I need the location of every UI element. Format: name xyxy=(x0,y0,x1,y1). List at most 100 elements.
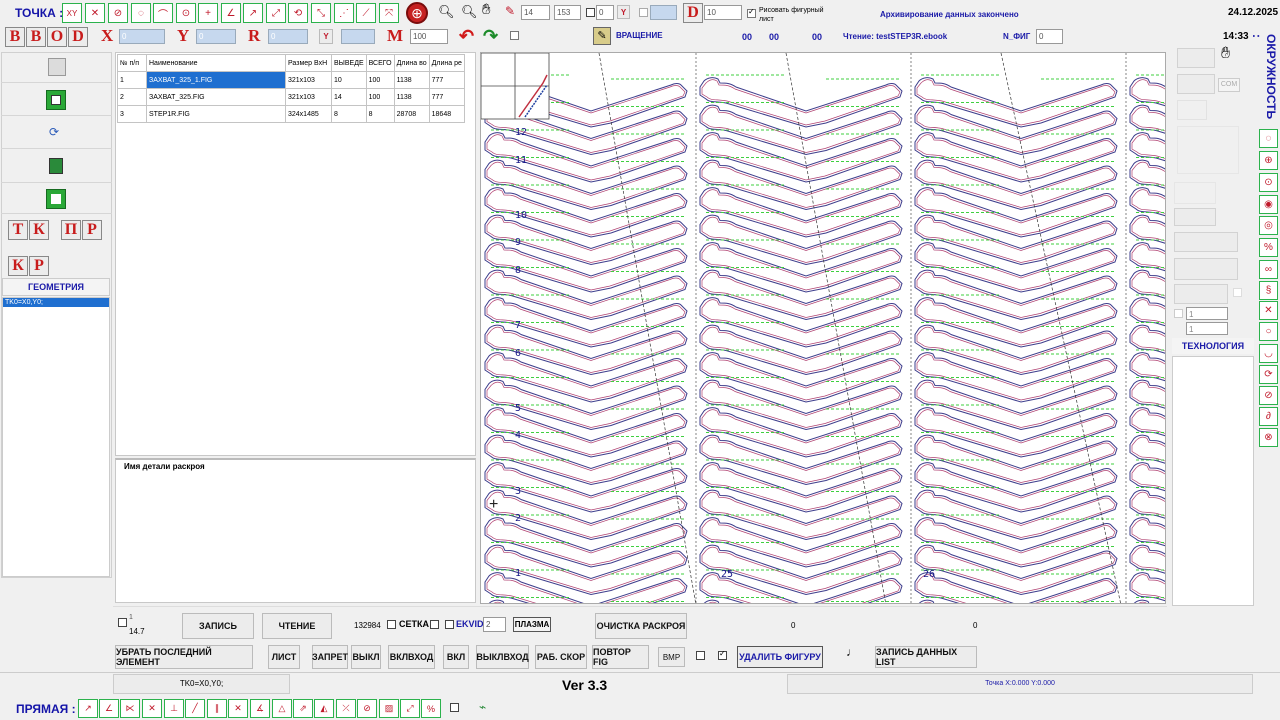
circle-rotate-icon[interactable]: ⟳ xyxy=(1259,365,1278,384)
right-field[interactable] xyxy=(1174,258,1238,280)
circle-tangent-icon[interactable]: ◎ xyxy=(1259,216,1278,235)
circle-center-icon[interactable]: ◌ xyxy=(1259,129,1278,148)
delete-checkbox[interactable]: ✓ xyxy=(718,649,727,660)
clear-nesting-button[interactable]: ОЧИСТКА РАСКРОЯ xyxy=(595,613,687,639)
line-x-icon[interactable]: ✕ xyxy=(228,699,248,718)
right-input-2[interactable]: 1 xyxy=(1186,322,1228,335)
slope-tool-icon[interactable]: ⟋ xyxy=(356,3,376,23)
checkbox-c[interactable] xyxy=(510,31,519,40)
part-shape[interactable] xyxy=(699,242,903,293)
part-shape[interactable] xyxy=(914,297,1118,348)
rotation-icon[interactable]: ✎ xyxy=(593,27,611,45)
line-arrow-icon[interactable]: ⇗ xyxy=(293,699,313,718)
right-checkbox[interactable] xyxy=(1233,288,1242,297)
zoom-in-icon[interactable]: 🔍︎ xyxy=(438,4,455,20)
line-tri2-icon[interactable]: ◭ xyxy=(314,699,334,718)
scale-tool-icon[interactable]: ⤡ xyxy=(311,3,331,23)
right-field[interactable] xyxy=(1177,100,1207,120)
letter-b2-button[interactable]: B xyxy=(26,27,46,47)
checkbox-a[interactable] xyxy=(586,8,595,17)
refresh-icon[interactable]: ⟳ xyxy=(49,125,65,141)
y-small-button[interactable]: Y xyxy=(617,5,630,19)
nfig-input[interactable]: 0 xyxy=(1036,29,1063,44)
page-icon[interactable] xyxy=(46,189,66,209)
r-input[interactable]: 0 xyxy=(268,29,308,44)
circle-hatch-icon[interactable]: ⊗ xyxy=(1259,428,1278,447)
line-free-icon[interactable]: ↗ xyxy=(78,699,98,718)
part-shape[interactable] xyxy=(699,352,903,403)
ekvid-checkbox[interactable] xyxy=(445,620,454,629)
angle-tool-icon[interactable]: ∠ xyxy=(221,3,241,23)
m-input[interactable]: 100 xyxy=(410,29,448,44)
part-shape[interactable] xyxy=(699,77,903,128)
geometry-tab[interactable]: ГЕОМЕТРИЯ xyxy=(2,278,110,296)
circle-arc-icon[interactable]: ◡ xyxy=(1259,344,1278,363)
circle-slash-icon[interactable]: ⊘ xyxy=(1259,386,1278,405)
circle-slash-tool-icon[interactable]: ⊘ xyxy=(108,3,128,23)
off-button[interactable]: ВЫКЛ xyxy=(351,645,381,669)
reading-button[interactable]: ЧТЕНИЕ xyxy=(262,613,332,639)
part-shape[interactable] xyxy=(914,214,1118,265)
y-input[interactable]: 0 xyxy=(196,29,236,44)
part-shape[interactable] xyxy=(699,104,903,155)
circle-radius-icon[interactable]: ◉ xyxy=(1259,195,1278,214)
part-shape[interactable] xyxy=(484,352,688,403)
circle-outline-icon[interactable]: ○ xyxy=(1259,322,1278,341)
table-row[interactable]: 2 ЗАХВАТ_325.FIG 321x103 14 100 1138 777 xyxy=(117,88,465,106)
right-field[interactable] xyxy=(1177,74,1215,94)
undo-arrow-icon[interactable]: ↶ xyxy=(459,26,474,47)
mirror-tool-icon[interactable]: ⤧ xyxy=(379,3,399,23)
zoom-out-icon[interactable]: 🔍︎ xyxy=(461,4,478,20)
center-tool-icon[interactable]: ⊙ xyxy=(176,3,196,23)
circle-cross-icon[interactable]: ✕ xyxy=(1259,301,1278,320)
circle-double-icon[interactable]: ∞ xyxy=(1259,260,1278,279)
circle-offset-icon[interactable]: ∂ xyxy=(1259,407,1278,426)
ban-button[interactable]: ЗАПРЕТ xyxy=(312,645,348,669)
rotate-point-tool-icon[interactable]: ⟲ xyxy=(288,3,308,23)
right-field[interactable] xyxy=(1174,208,1216,226)
record-button[interactable]: ЗАПИСЬ xyxy=(182,613,254,639)
line-percent-icon[interactable]: % xyxy=(421,699,441,718)
input-14[interactable]: 14 xyxy=(521,5,550,20)
line-hatch-icon[interactable]: ▨ xyxy=(379,699,399,718)
crosshair-tool-icon[interactable]: + xyxy=(198,3,218,23)
grid-checkbox-2[interactable] xyxy=(430,620,439,629)
line-angle-icon[interactable]: ∠ xyxy=(99,699,119,718)
circle-3pt-icon[interactable]: ⊕ xyxy=(1259,151,1278,170)
circle-link-icon[interactable]: § xyxy=(1259,281,1278,300)
checkbox-b[interactable] xyxy=(639,8,648,17)
pr-r-button[interactable]: Р xyxy=(82,220,102,240)
line-cross-icon[interactable]: ✕ xyxy=(142,699,162,718)
on-button[interactable]: ВКЛ xyxy=(443,645,469,669)
part-shape[interactable] xyxy=(699,214,903,265)
part-shape[interactable] xyxy=(484,434,688,485)
bmp-checkbox[interactable] xyxy=(696,651,705,660)
d-label-button[interactable]: D xyxy=(683,3,703,23)
part-shape[interactable] xyxy=(914,104,1118,155)
tk-k-button[interactable]: К xyxy=(29,220,49,240)
on-entry-button[interactable]: ВКЛВХОД xyxy=(388,645,435,669)
dashed-tool-icon[interactable]: ⋰ xyxy=(334,3,354,23)
remove-last-button[interactable]: УБРАТЬ ПОСЛЕДНИЙ ЭЛЕМЕНТ xyxy=(115,645,253,669)
m-side-input[interactable] xyxy=(341,29,375,44)
line-slash-icon[interactable]: ⊘ xyxy=(357,699,377,718)
xy-tool-icon[interactable]: XY xyxy=(62,3,82,23)
pr-p-button[interactable]: П xyxy=(61,220,81,240)
sheet-button[interactable]: ЛИСТ xyxy=(268,645,300,669)
geometry-list-item[interactable]: TK0=X0,Y0; xyxy=(3,298,109,307)
part-shape[interactable] xyxy=(699,517,903,568)
eraser-icon[interactable]: ✎ xyxy=(505,4,519,18)
part-shape[interactable] xyxy=(914,352,1118,403)
part-shape[interactable] xyxy=(484,269,688,320)
right-field[interactable] xyxy=(1174,232,1238,252)
off-entry-button[interactable]: ВЫКЛВХОД xyxy=(476,645,529,669)
com-button[interactable]: COM xyxy=(1218,78,1240,92)
write-list-button[interactable]: ЗАПИСЬ ДАННЫХ LIST xyxy=(875,646,977,668)
part-shape[interactable] xyxy=(484,517,688,568)
file-icon[interactable] xyxy=(49,158,63,174)
line-point-icon[interactable]: ⋉ xyxy=(120,699,140,718)
input-153[interactable]: 153 xyxy=(554,5,581,20)
technology-tab[interactable]: ТЕХНОЛОГИЯ xyxy=(1172,338,1254,354)
part-shape[interactable] xyxy=(914,489,1118,540)
line-triangle-icon[interactable]: △ xyxy=(272,699,292,718)
